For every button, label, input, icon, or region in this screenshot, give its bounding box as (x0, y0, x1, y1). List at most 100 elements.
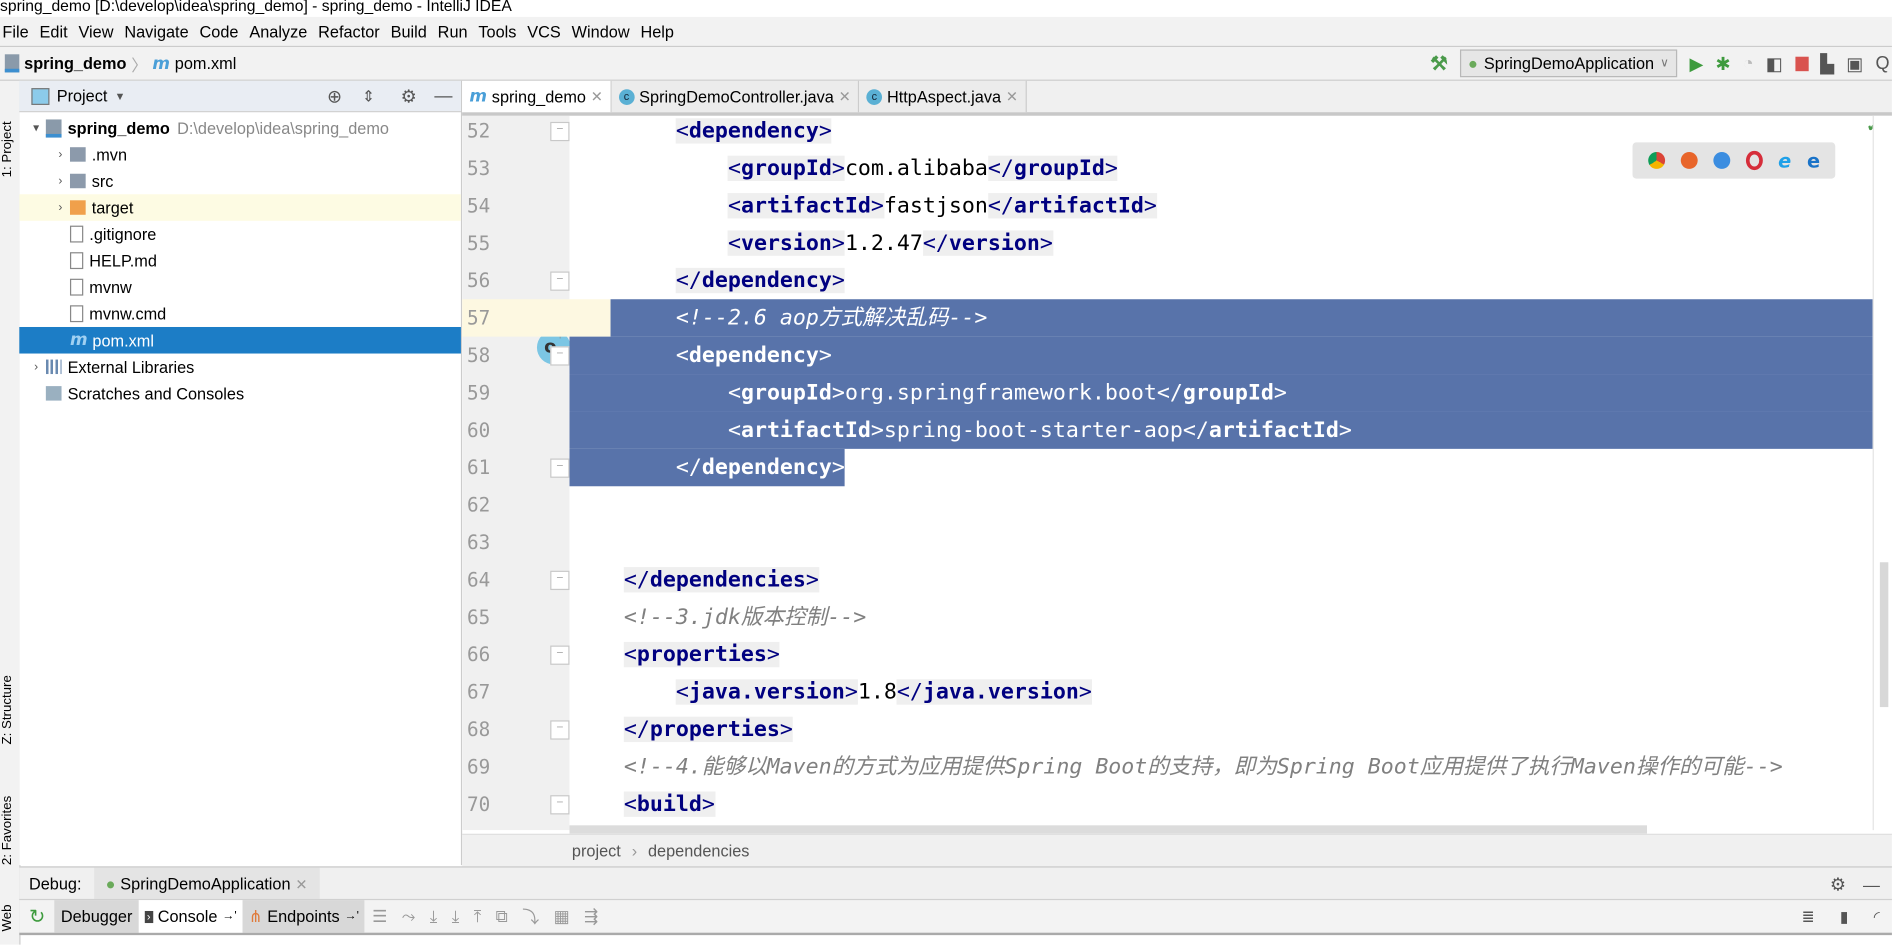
project-view-select[interactable]: Project (57, 87, 108, 105)
editor-horizontal-scrollbar[interactable] (569, 825, 1648, 834)
line-number[interactable]: 64 (467, 561, 515, 598)
stop-icon[interactable] (1794, 56, 1809, 71)
menu-analyze[interactable]: Analyze (247, 22, 310, 40)
nav-project[interactable]: spring_demo (24, 54, 126, 72)
menu-help[interactable]: Help (638, 22, 676, 40)
close-icon[interactable]: ✕ (839, 88, 851, 105)
opera-icon[interactable] (1745, 150, 1763, 171)
scrollbar-thumb[interactable] (1879, 562, 1889, 708)
tree-item[interactable]: › .mvn (19, 141, 461, 168)
fold-marker-icon[interactable]: − (550, 458, 570, 478)
minimize-icon[interactable]: — (1863, 874, 1880, 893)
tree-item[interactable]: mvnw (19, 274, 461, 301)
line-number[interactable]: 66 (467, 636, 515, 673)
expand-arrow-icon[interactable]: › (51, 174, 70, 187)
fold-marker-icon[interactable]: − (550, 720, 570, 740)
step-into-icon[interactable]: ⤓ (452, 906, 459, 927)
menu-build[interactable]: Build (388, 22, 429, 40)
tree-item[interactable]: mvnw.cmd (19, 300, 461, 327)
menu-refactor[interactable]: Refactor (316, 22, 382, 40)
tree-item[interactable]: m pom.xml (19, 326, 461, 354)
layout-icon[interactable]: ▣ (1846, 52, 1863, 75)
coverage-icon[interactable]: ◔ (1743, 53, 1754, 74)
run-to-cursor-icon[interactable]: ⤵ (522, 904, 539, 928)
tab-console[interactable]: › Console →' (138, 900, 243, 933)
menu-edit[interactable]: Edit (37, 22, 70, 40)
breadcrumb-dependencies[interactable]: dependencies (648, 842, 749, 860)
evaluate-icon[interactable]: ▦ (554, 906, 570, 927)
memory-icon[interactable]: ◜ (1874, 907, 1880, 926)
minimize-icon[interactable]: — (434, 86, 452, 107)
line-number[interactable]: 52 (467, 116, 515, 150)
editor-vertical-scrollbar[interactable] (1872, 115, 1892, 831)
threads-icon[interactable]: ▮ (1840, 907, 1849, 926)
menu-tools[interactable]: Tools (476, 22, 519, 40)
close-icon[interactable]: ✕ (591, 88, 603, 105)
tab-debugger[interactable]: Debugger (54, 900, 139, 933)
menu-navigate[interactable]: Navigate (122, 22, 191, 40)
project-structure-icon[interactable]: ▙ (1820, 52, 1834, 75)
debug-session-tab[interactable]: ● SpringDemoApplication ✕ (93, 867, 320, 901)
menu-vcs[interactable]: VCS (525, 22, 563, 40)
locate-icon[interactable]: ⊕ (327, 85, 342, 107)
fold-marker-icon[interactable]: − (550, 795, 570, 815)
rerun-icon[interactable]: ↻ (29, 904, 45, 928)
tree-item[interactable]: .gitignore (19, 221, 461, 248)
restore-layout-icon[interactable]: ≣ (1802, 907, 1815, 926)
line-number[interactable]: 55 (467, 224, 515, 261)
tree-item[interactable]: ▾ spring_demo D:\develop\idea\spring_demo (19, 115, 461, 142)
gear-icon[interactable]: ⚙ (1830, 873, 1846, 895)
line-number[interactable]: 59 (467, 374, 515, 411)
step-over-icon[interactable]: ⤓ (430, 906, 437, 927)
menu-code[interactable]: Code (197, 22, 241, 40)
menu-window[interactable]: Window (569, 22, 632, 40)
menu-file[interactable]: File (0, 22, 31, 40)
build-hammer-icon[interactable]: ⚒ (1430, 51, 1447, 75)
line-number[interactable]: 54 (467, 187, 515, 224)
fold-marker-icon[interactable]: − (550, 121, 570, 142)
chrome-icon[interactable] (1647, 152, 1665, 169)
breadcrumb-project[interactable]: project (572, 842, 621, 860)
tree-item[interactable]: › target (19, 194, 461, 221)
step-out-icon[interactable]: ⤒ (474, 906, 481, 927)
gear-icon[interactable]: ⚙ (401, 85, 417, 107)
expand-arrow-icon[interactable]: ▾ (27, 121, 46, 134)
debug-icon[interactable]: ✱ (1716, 52, 1731, 75)
ie-icon[interactable]: e (1778, 149, 1791, 172)
drop-frame-icon[interactable]: ⧉ (496, 906, 508, 927)
edge-icon[interactable]: e (1807, 149, 1820, 172)
tree-item[interactable]: › src (19, 168, 461, 195)
tab-endpoints[interactable]: ⋔ Endpoints →' (242, 900, 365, 933)
line-number[interactable]: 67 (467, 673, 515, 710)
line-number[interactable]: 63 (467, 524, 515, 561)
close-icon[interactable]: ✕ (1006, 88, 1018, 105)
tab-spring-demo[interactable]: m spring_demo ✕ (462, 80, 612, 113)
safari-icon[interactable] (1712, 152, 1730, 169)
line-number[interactable]: 61 (467, 449, 515, 486)
line-number[interactable]: 60 (467, 411, 515, 448)
tool-tab-project[interactable]: 1: Project (0, 93, 19, 177)
tree-item[interactable]: HELP.md (19, 247, 461, 274)
trace-icon[interactable]: ⇶ (584, 906, 598, 927)
line-number[interactable]: 69 (467, 748, 515, 785)
nav-file[interactable]: pom.xml (175, 54, 237, 72)
close-icon[interactable]: ✕ (295, 875, 307, 892)
fold-marker-icon[interactable]: − (550, 645, 570, 665)
menu-run[interactable]: Run (435, 22, 470, 40)
tool-tab-web[interactable]: Web (0, 883, 19, 931)
line-number[interactable]: 65 (467, 598, 515, 635)
chevron-down-icon[interactable]: ▼ (115, 90, 126, 102)
firefox-icon[interactable] (1680, 152, 1698, 169)
collapse-icon[interactable]: ⇕ (362, 86, 375, 105)
expand-arrow-icon[interactable]: › (27, 360, 46, 373)
frames-icon[interactable]: ☰ (372, 906, 387, 927)
fold-marker-icon[interactable]: − (550, 271, 570, 291)
line-number[interactable]: 57 (467, 299, 515, 336)
line-number[interactable]: 62 (467, 486, 515, 523)
profile-icon[interactable]: ◧ (1766, 52, 1783, 75)
line-number[interactable]: 58 (467, 337, 515, 374)
fold-marker-icon[interactable]: − (550, 570, 570, 591)
line-number[interactable]: 70 (467, 785, 515, 822)
tree-item[interactable]: › External Libraries (19, 354, 461, 381)
search-icon[interactable]: Q (1875, 53, 1889, 74)
